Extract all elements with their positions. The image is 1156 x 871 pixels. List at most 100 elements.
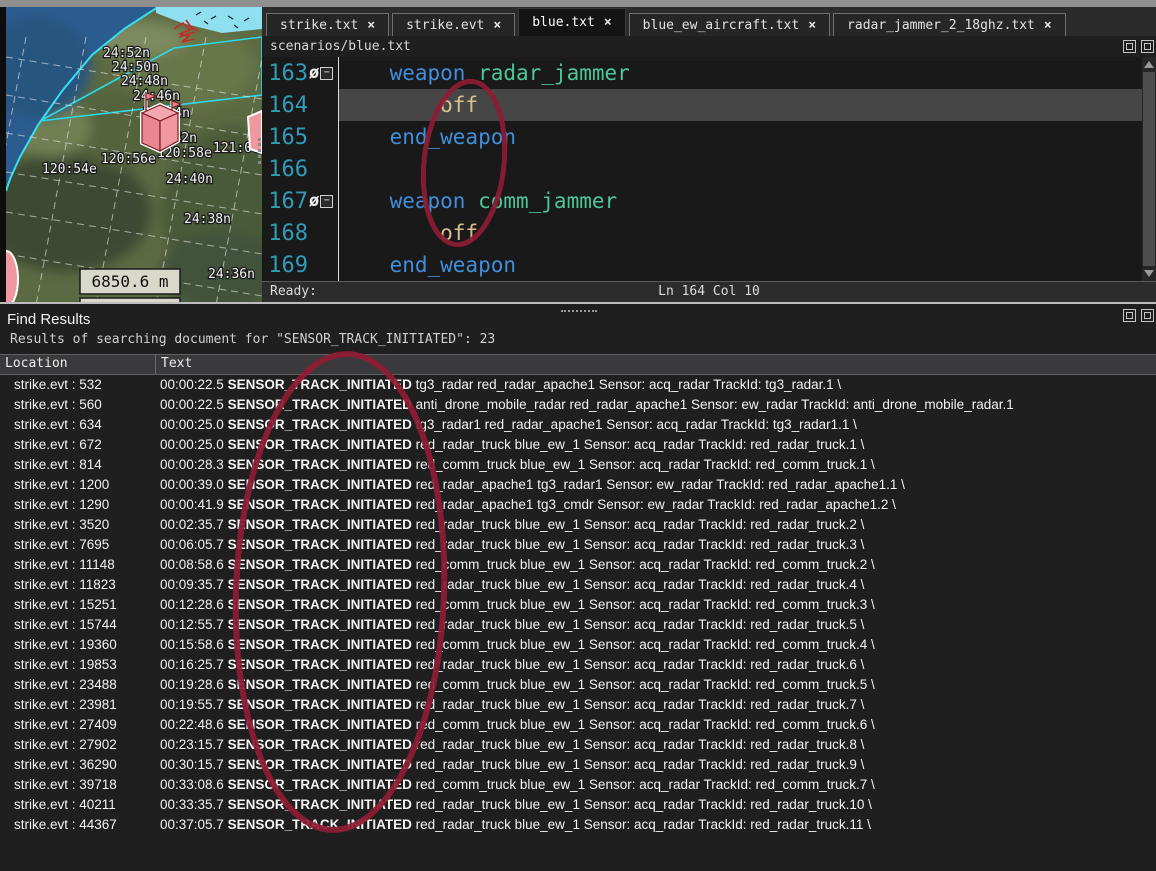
table-row[interactable]: strike.evt : 4021100:33:35.7 SENSOR_TRAC… xyxy=(0,795,1156,815)
splitter-grip-icon[interactable] xyxy=(561,310,597,312)
table-row[interactable]: strike.evt : 2398100:19:55.7 SENSOR_TRAC… xyxy=(0,695,1156,715)
fold-collapse-icon[interactable]: − xyxy=(320,195,333,208)
close-icon[interactable]: × xyxy=(493,18,501,33)
result-text: 00:00:22.5 SENSOR_TRACK_INITIATED anti_d… xyxy=(160,395,1156,415)
editor-vertical-scrollbar[interactable] xyxy=(1142,57,1156,281)
table-row[interactable]: strike.evt : 53200:00:22.5 SENSOR_TRACK_… xyxy=(0,375,1156,395)
result-location: strike.evt : 27902 xyxy=(0,735,160,755)
gutter: 163ø− xyxy=(262,57,338,89)
tab-blue-txt[interactable]: blue.txt× xyxy=(518,8,625,36)
code-text[interactable]: weapon radar_jammer xyxy=(338,57,1142,89)
dock-window-icon[interactable] xyxy=(1141,309,1154,322)
code-text[interactable]: end_weapon xyxy=(338,249,1142,281)
table-row[interactable]: strike.evt : 63400:00:25.0 SENSOR_TRACK_… xyxy=(0,415,1156,435)
result-text: 00:33:35.7 SENSOR_TRACK_INITIATED red_ra… xyxy=(160,795,1156,815)
column-divider[interactable] xyxy=(155,355,156,374)
token: off xyxy=(440,93,478,117)
code-text[interactable]: end_weapon xyxy=(338,121,1142,153)
tab-strike-txt[interactable]: strike.txt× xyxy=(266,13,389,36)
map-coordinate-label: 24:38n xyxy=(184,212,231,227)
gutter: 168 xyxy=(262,217,338,249)
table-row[interactable]: strike.evt : 2348800:19:28.6 SENSOR_TRAC… xyxy=(0,675,1156,695)
code-text[interactable] xyxy=(338,153,1142,185)
code-line-168[interactable]: 168off xyxy=(262,217,1156,249)
table-row[interactable]: strike.evt : 1936000:15:58.6 SENSOR_TRAC… xyxy=(0,635,1156,655)
scrollbar-thumb[interactable] xyxy=(1143,72,1155,266)
table-row[interactable]: strike.evt : 4436700:37:05.7 SENSOR_TRAC… xyxy=(0,815,1156,835)
scroll-down-icon[interactable] xyxy=(1144,270,1154,277)
column-header-location[interactable]: Location xyxy=(5,355,68,373)
result-text: 00:06:05.7 SENSOR_TRACK_INITIATED red_ra… xyxy=(160,535,1156,555)
result-location: strike.evt : 11823 xyxy=(0,575,160,595)
result-event: SENSOR_TRACK_INITIATED xyxy=(228,717,412,732)
panel-title: Find Results xyxy=(7,311,90,328)
token: weapon xyxy=(390,189,466,213)
table-row[interactable]: strike.evt : 1114800:08:58.6 SENSOR_TRAC… xyxy=(0,555,1156,575)
float-window-icon[interactable] xyxy=(1123,309,1136,322)
result-location: strike.evt : 39718 xyxy=(0,775,160,795)
code-line-166[interactable]: 166 xyxy=(262,153,1156,185)
table-row[interactable]: strike.evt : 129000:00:41.9 SENSOR_TRACK… xyxy=(0,495,1156,515)
table-row[interactable]: strike.evt : 2790200:23:15.7 SENSOR_TRAC… xyxy=(0,735,1156,755)
code-editor[interactable]: 163ø−weapon radar_jammer164 off 165end_wea… xyxy=(262,57,1156,281)
close-icon[interactable]: × xyxy=(367,18,375,33)
code-line-163[interactable]: 163ø−weapon radar_jammer xyxy=(262,57,1156,89)
float-window-icon[interactable] xyxy=(1123,40,1136,53)
result-location: strike.evt : 19360 xyxy=(0,635,160,655)
close-icon[interactable]: × xyxy=(604,15,612,30)
dock-window-icon[interactable] xyxy=(1141,40,1154,53)
app-window: 24:52n24:50n24:48n24:46n24:44n24:42n120:… xyxy=(0,0,1156,871)
table-row[interactable]: strike.evt : 56000:00:22.5 SENSOR_TRACK_… xyxy=(0,395,1156,415)
table-row[interactable]: strike.evt : 67200:00:25.0 SENSOR_TRACK_… xyxy=(0,435,1156,455)
visibility-off-icon[interactable]: ø xyxy=(309,65,319,82)
code-line-165[interactable]: 165end_weapon xyxy=(262,121,1156,153)
code-text[interactable]: off xyxy=(338,217,1142,249)
result-event: SENSOR_TRACK_INITIATED xyxy=(228,817,412,832)
table-row[interactable]: strike.evt : 3629000:30:15.7 SENSOR_TRAC… xyxy=(0,755,1156,775)
tab-strike-evt[interactable]: strike.evt× xyxy=(392,13,515,36)
table-row[interactable]: strike.evt : 1574400:12:55.7 SENSOR_TRAC… xyxy=(0,615,1156,635)
fold-collapse-icon[interactable]: − xyxy=(320,67,333,80)
table-row[interactable]: strike.evt : 3971800:33:08.6 SENSOR_TRAC… xyxy=(0,775,1156,795)
result-text: 00:00:41.9 SENSOR_TRACK_INITIATED red_ra… xyxy=(160,495,1156,515)
map-coordinate-label: 24:40n xyxy=(166,172,213,187)
table-row[interactable]: strike.evt : 352000:02:35.7 SENSOR_TRACK… xyxy=(0,515,1156,535)
code-text[interactable]: off xyxy=(338,89,1142,121)
result-event: SENSOR_TRACK_INITIATED xyxy=(228,477,412,492)
find-results-panel: Find Results Results of searching docume… xyxy=(0,304,1156,871)
token: end_weapon xyxy=(390,253,516,277)
table-row[interactable]: strike.evt : 769500:06:05.7 SENSOR_TRACK… xyxy=(0,535,1156,555)
map-viewport[interactable]: 24:52n24:50n24:48n24:46n24:44n24:42n120:… xyxy=(0,7,262,305)
result-text: 00:16:25.7 SENSOR_TRACK_INITIATED red_ra… xyxy=(160,655,1156,675)
tab-blue-ew-aircraft-txt[interactable]: blue_ew_aircraft.txt× xyxy=(629,13,830,36)
map-scale-box: 6850.6 m xyxy=(80,269,180,305)
code-text[interactable]: weapon comm_jammer xyxy=(338,185,1142,217)
close-icon[interactable]: × xyxy=(808,18,816,33)
code-line-167[interactable]: 167ø−weapon comm_jammer xyxy=(262,185,1156,217)
column-header-text[interactable]: Text xyxy=(161,355,192,373)
close-icon[interactable]: × xyxy=(1044,18,1052,33)
result-location: strike.evt : 672 xyxy=(0,435,160,455)
table-row[interactable]: strike.evt : 1525100:12:28.6 SENSOR_TRAC… xyxy=(0,595,1156,615)
map-scale-label: 6850.6 m xyxy=(91,272,168,291)
gutter: 164 xyxy=(262,89,338,121)
visibility-off-icon[interactable]: ø xyxy=(309,193,319,210)
code-line-169[interactable]: 169end_weapon xyxy=(262,249,1156,281)
result-location: strike.evt : 1290 xyxy=(0,495,160,515)
code-line-164[interactable]: 164 off xyxy=(262,89,1156,121)
result-location: strike.evt : 1200 xyxy=(0,475,160,495)
scroll-up-icon[interactable] xyxy=(1144,61,1154,68)
table-row[interactable]: strike.evt : 1182300:09:35.7 SENSOR_TRAC… xyxy=(0,575,1156,595)
result-event: SENSOR_TRACK_INITIATED xyxy=(228,677,412,692)
result-event: SENSOR_TRACK_INITIATED xyxy=(228,437,412,452)
table-row[interactable]: strike.evt : 81400:00:28.3 SENSOR_TRACK_… xyxy=(0,455,1156,475)
tab-bar: strike.txt×strike.evt×blue.txt×blue_ew_a… xyxy=(262,7,1156,36)
token xyxy=(465,189,478,213)
table-row[interactable]: strike.evt : 1985300:16:25.7 SENSOR_TRAC… xyxy=(0,655,1156,675)
result-text: 00:22:48.6 SENSOR_TRACK_INITIATED red_co… xyxy=(160,715,1156,735)
table-row[interactable]: strike.evt : 120000:00:39.0 SENSOR_TRACK… xyxy=(0,475,1156,495)
result-location: strike.evt : 36290 xyxy=(0,755,160,775)
tab-radar-jammer-2-18ghz-txt[interactable]: radar_jammer_2_18ghz.txt× xyxy=(833,13,1066,36)
map-coordinate-label: 24:36n xyxy=(208,267,255,282)
table-row[interactable]: strike.evt : 2740900:22:48.6 SENSOR_TRAC… xyxy=(0,715,1156,735)
